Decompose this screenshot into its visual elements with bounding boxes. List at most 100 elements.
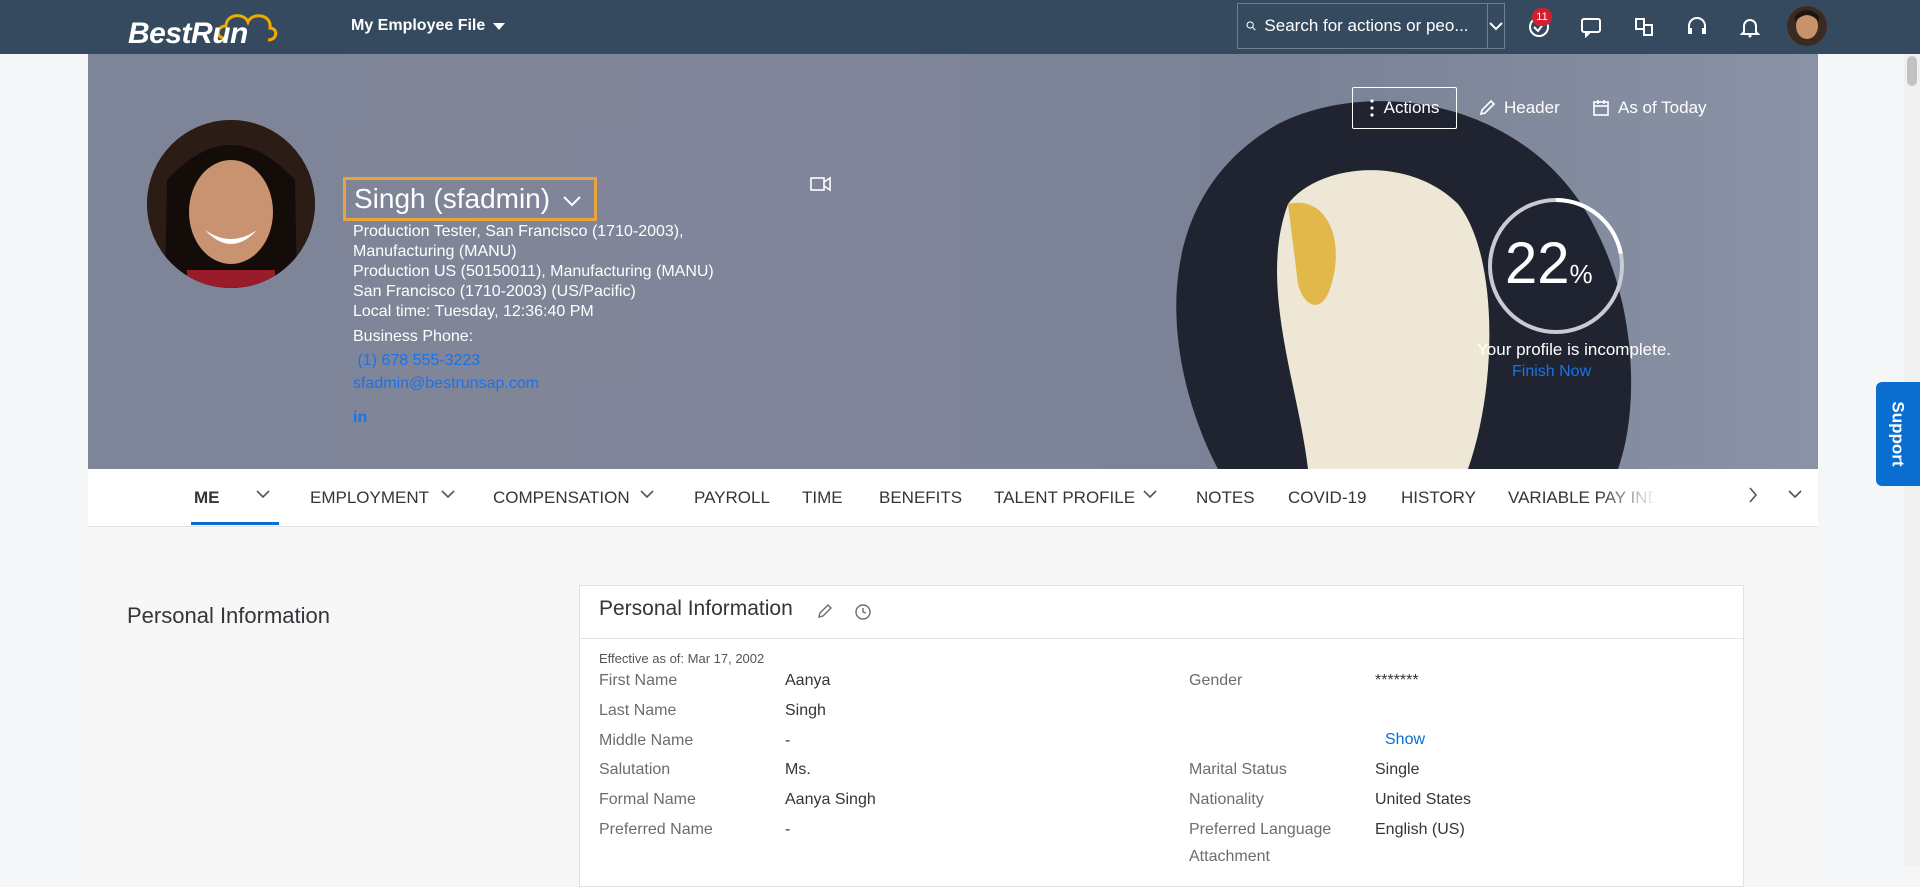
header-label: Header	[1504, 98, 1560, 117]
attachment-label: Attachment	[1189, 848, 1270, 865]
as-of-label: As of Today	[1618, 98, 1707, 117]
profile-incomplete-text: Your profile is incomplete.	[1477, 340, 1672, 359]
more-tabs-chevron-icon[interactable]	[1788, 489, 1802, 499]
history-icon[interactable]	[854, 603, 872, 621]
tab-benefits[interactable]: BENEFITS	[879, 469, 962, 526]
finish-now-link[interactable]: Finish Now	[1512, 363, 1591, 381]
tab-covid-19[interactable]: COVID-19	[1288, 469, 1366, 526]
header-button[interactable]: Header	[1478, 87, 1560, 129]
first-name-label: First Name	[599, 672, 678, 689]
bestrun-logo[interactable]: BestRun	[128, 8, 278, 50]
preferred-language-label: Preferred Language	[1189, 821, 1332, 838]
formal-name-value: Aanya Singh	[785, 791, 876, 808]
employee-name: Singh (sfadmin)	[354, 183, 551, 214]
personal-info-card: Personal Information Effective as of: Ma…	[579, 585, 1744, 887]
tab-compensation-label: COMPENSATION	[493, 487, 630, 507]
tab-me[interactable]: ME	[194, 469, 220, 526]
gender-label: Gender	[1189, 672, 1243, 689]
notification-count-badge: 11	[1532, 8, 1552, 26]
last-name-value: Singh	[785, 702, 826, 719]
people-button[interactable]	[1631, 14, 1657, 40]
first-name-value: Aanya	[785, 672, 831, 689]
preferred-name-value: -	[785, 821, 791, 838]
section-tabs: ME EMPLOYMENT COMPENSATION PAYROLL TIME …	[88, 469, 1818, 527]
last-name-label: Last Name	[599, 702, 677, 719]
chevron-right-icon[interactable]	[1748, 487, 1758, 503]
support-label: Support	[1889, 401, 1908, 467]
actions-label: Actions	[1383, 98, 1440, 117]
tab-employment[interactable]: EMPLOYMENT	[310, 469, 429, 526]
tab-payroll[interactable]: PAYROLL	[694, 469, 770, 526]
tab-talent-profile-label: TALENT PROFILE	[994, 487, 1136, 507]
tab-payroll-label: PAYROLL	[694, 487, 770, 507]
chevron-down-icon	[563, 196, 581, 207]
video-icon[interactable]	[810, 176, 832, 192]
tab-time-label: TIME	[802, 487, 843, 507]
tab-time[interactable]: TIME	[802, 469, 843, 526]
notifications-button[interactable]	[1737, 14, 1763, 40]
formal-name-label: Formal Name	[599, 791, 696, 808]
search-scope-dropdown[interactable]	[1487, 4, 1504, 48]
marital-status-label: Marital Status	[1189, 761, 1287, 778]
tab-notes[interactable]: NOTES	[1196, 469, 1255, 526]
marital-status-value: Single	[1375, 761, 1420, 778]
app-menu-button[interactable]: My Employee File	[351, 17, 506, 35]
employee-name-selector[interactable]: Singh (sfadmin)	[343, 177, 597, 221]
nationality-label: Nationality	[1189, 791, 1264, 808]
active-tab-indicator	[191, 522, 279, 525]
gender-value: *******	[1375, 672, 1419, 689]
org-chart-icon	[1635, 18, 1653, 36]
preferred-language-value: English (US)	[1375, 821, 1465, 838]
profile-header: Singh (sfadmin) Production Tester, San F…	[88, 54, 1818, 469]
local-time: Local time: Tuesday, 12:36:40 PM	[353, 303, 594, 320]
show-gender-link[interactable]: Show	[1385, 731, 1425, 749]
edit-icon[interactable]	[817, 603, 833, 619]
user-photo-icon	[1787, 6, 1827, 46]
card-header: Personal Information	[580, 586, 1743, 639]
tab-history[interactable]: HISTORY	[1401, 469, 1476, 526]
scrollbar-thumb[interactable]	[1907, 56, 1917, 86]
tab-compensation[interactable]: COMPENSATION	[493, 469, 630, 526]
profile-photo-icon	[147, 120, 315, 288]
location-line: San Francisco (1710-2003) (US/Pacific)	[353, 283, 636, 300]
linkedin-icon[interactable]: in	[353, 408, 367, 428]
nationality-value: United States	[1375, 791, 1472, 808]
search-input[interactable]	[1256, 15, 1488, 37]
search-icon[interactable]	[1246, 16, 1256, 36]
chat-icon	[1581, 18, 1601, 38]
section-heading: Personal Information	[127, 603, 330, 628]
tab-benefits-label: BENEFITS	[879, 487, 963, 507]
job-info-line-1: Production Tester, San Francisco (1710-2…	[353, 223, 684, 240]
app-menu-label: My Employee File	[351, 17, 486, 34]
help-button[interactable]	[1684, 14, 1710, 40]
chevron-down-icon	[1489, 22, 1503, 31]
chat-button[interactable]	[1578, 14, 1604, 40]
job-info-line-2: Manufacturing (MANU)	[353, 243, 517, 260]
bell-icon	[1739, 19, 1761, 38]
email-link[interactable]: sfadmin@bestrunsap.com	[353, 374, 539, 394]
profile-photo[interactable]	[147, 120, 315, 288]
tab-covid-19-label: COVID-19	[1288, 487, 1367, 507]
phone-link[interactable]: (1) 678 555-3223	[353, 351, 480, 371]
tab-employment-chevron-icon[interactable]	[441, 489, 455, 499]
card-title: Personal Information	[599, 597, 793, 620]
as-of-today-button[interactable]: As of Today	[1592, 87, 1707, 129]
business-phone-label: Business Phone:	[353, 328, 474, 345]
tab-talent-profile-chevron-icon[interactable]	[1143, 489, 1157, 499]
caret-down-icon	[493, 22, 506, 30]
calendar-icon	[1593, 100, 1609, 116]
tab-compensation-chevron-icon[interactable]	[640, 489, 654, 499]
profile-completion-value: 22%	[1505, 230, 1593, 297]
actions-button[interactable]: Actions	[1352, 87, 1457, 129]
search-field	[1237, 3, 1505, 49]
employee-file-page: Singh (sfadmin) Production Tester, San F…	[88, 54, 1818, 887]
middle-name-value: -	[785, 732, 791, 749]
user-avatar[interactable]	[1787, 6, 1827, 46]
support-button[interactable]: Support	[1876, 382, 1920, 486]
headset-icon	[1688, 17, 1706, 34]
middle-name-label: Middle Name	[599, 732, 694, 749]
effective-date: Effective as of: Mar 17, 2002	[599, 651, 765, 666]
more-vertical-icon	[1370, 99, 1374, 117]
tab-me-chevron-icon[interactable]	[256, 489, 270, 499]
tab-talent-profile[interactable]: TALENT PROFILE	[994, 469, 1135, 526]
